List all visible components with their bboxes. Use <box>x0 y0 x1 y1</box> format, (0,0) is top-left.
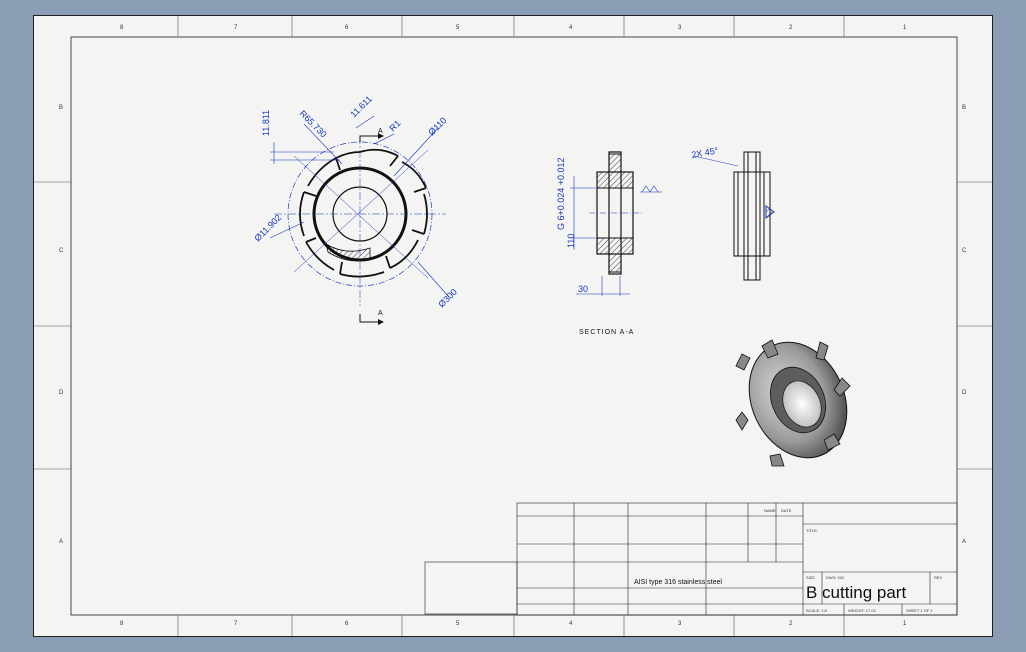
isometric-view <box>735 339 851 467</box>
dimension-chamfer: 2X 45° <box>691 145 720 160</box>
zone-label-bottom: 7 <box>234 621 238 627</box>
dwg-no-label: DWG. NO. <box>826 575 845 580</box>
scale-value: SCALE: 1:5 <box>806 608 828 613</box>
zone-label-top: 5 <box>456 25 460 31</box>
dimension-r65-730: R65.730 <box>298 108 329 139</box>
zone-label-top: 2 <box>789 25 793 31</box>
dimension-11-811: 11.811 <box>261 110 271 136</box>
zone-label-top: 1 <box>903 25 907 31</box>
dimension-30: 30 <box>578 284 588 294</box>
zone-label-left: B <box>59 105 63 111</box>
dimension-dia-110: Ø110 <box>426 115 448 137</box>
zone-label-left: A <box>59 539 63 545</box>
zone-label-bottom: 6 <box>345 621 349 627</box>
zone-label-top: 6 <box>345 25 349 31</box>
zone-label-right: D <box>962 390 967 396</box>
section-view <box>570 151 662 296</box>
front-view <box>274 133 446 325</box>
zone-label-bottom: 3 <box>678 621 682 627</box>
zone-label-right: B <box>962 105 966 111</box>
dimension-dia-300: Ø300 <box>436 287 459 310</box>
dimension-11-611: 11.611 <box>348 94 374 120</box>
dimension-110-section: 110 <box>566 234 576 248</box>
zone-label-bottom: 2 <box>789 621 793 627</box>
zone-label-bottom: 4 <box>569 621 573 627</box>
drawing-canvas: 8 7 6 5 4 3 2 1 8 7 6 5 4 3 2 1 B C D A … <box>34 16 994 638</box>
date-label: DATE <box>781 508 792 513</box>
zone-label-bottom: 1 <box>903 621 907 627</box>
zone-label-right: A <box>962 539 966 545</box>
zone-label-bottom: 5 <box>456 621 460 627</box>
side-view <box>693 151 775 281</box>
name-label: NAME <box>764 508 776 513</box>
zone-label-top: 7 <box>234 25 238 31</box>
rev-label: REV <box>934 575 943 580</box>
part-title: B cutting part <box>806 583 906 602</box>
title-label: TITLE: <box>806 528 818 533</box>
zone-label-left: D <box>59 390 64 396</box>
size-label: SIZE <box>806 575 815 580</box>
section-label: SECTION A-A <box>579 329 634 336</box>
section-marker-bottom: A <box>378 310 383 317</box>
dimension-dia-11-902: Ø11.902 <box>252 212 283 243</box>
zone-label-top: 4 <box>569 25 573 31</box>
zone-label-bottom: 8 <box>120 621 124 627</box>
zone-label-top: 8 <box>120 25 124 31</box>
dimension-r1: R1 <box>387 118 402 133</box>
sheet-value: SHEET 1 OF 1 <box>906 608 933 613</box>
material-value: AISI type 316 stainless steel <box>634 579 722 586</box>
section-marker-top: A <box>378 128 383 135</box>
drawing-sheet: 8 7 6 5 4 3 2 1 8 7 6 5 4 3 2 1 B C D A … <box>33 15 994 638</box>
weight-value: WEIGHT: 17.02 <box>848 608 877 613</box>
zone-label-top: 3 <box>678 25 682 31</box>
dimension-g6-tolerance: G 6+0.024 +0.012 <box>556 157 566 230</box>
zone-label-left: C <box>59 248 64 254</box>
zone-label-right: C <box>962 248 967 254</box>
